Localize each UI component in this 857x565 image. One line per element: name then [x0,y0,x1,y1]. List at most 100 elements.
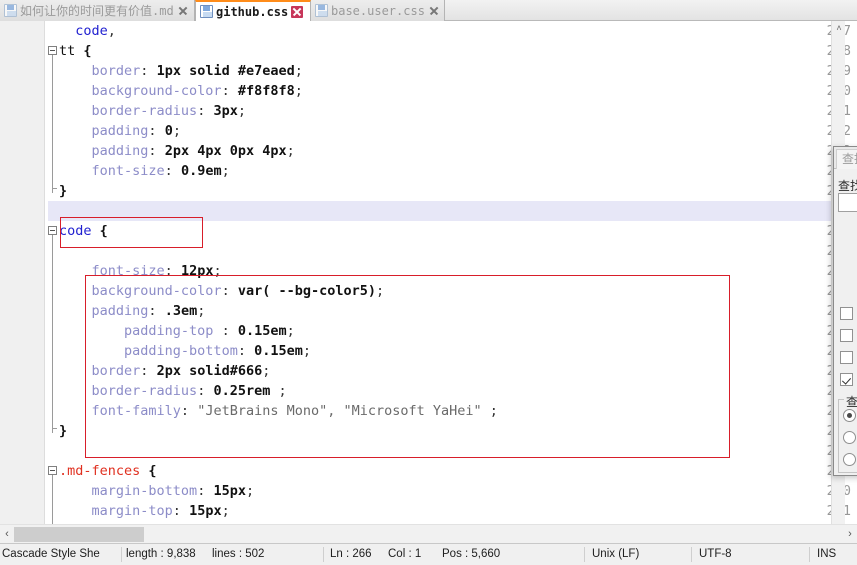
status-length: length : 9,838 [126,548,196,560]
code-token: font-size [91,263,165,279]
code-token: : [148,123,165,139]
horizontal-scrollbar-thumb[interactable] [14,527,144,542]
code-line[interactable]: font-size: 0.9em; [59,161,230,181]
code-line[interactable]: margin-top: 15px; [59,501,230,521]
code-line[interactable]: code { [59,221,108,241]
code-token: ; [286,323,295,339]
code-token: ; [172,123,181,139]
save-disk-icon [315,4,328,17]
code-token: ; [302,343,312,359]
fold-toggle-icon[interactable] [48,226,57,235]
code-token: } [59,423,68,439]
tab-item-2[interactable]: base.user.css [311,0,445,21]
code-token: padding [91,303,149,319]
code-token: { [91,223,108,239]
code-line[interactable]: background-color: var( --bg-color5); [59,281,385,301]
horizontal-scrollbar[interactable]: ‹ › [0,524,857,543]
code-line[interactable]: .md-fences { [59,461,157,481]
code-token: margin-top [91,503,173,519]
code-token: : [213,323,238,339]
close-icon[interactable] [291,5,304,18]
code-line[interactable]: border-radius: 0.25rem ; [59,381,287,401]
code-token: font-size [91,163,165,179]
code-line[interactable]: font-family: "JetBrains Mono", "Microsof… [59,401,498,421]
code-editor[interactable]: 2572582592602612622632642652662672682692… [0,21,857,524]
fold-toggle-icon[interactable] [48,466,57,475]
checkbox-match-case[interactable] [840,351,853,364]
code-line[interactable]: padding: 0; [59,121,181,141]
status-encoding: UTF-8 [699,548,732,560]
code-token: 15px [189,503,222,519]
radio-regex[interactable] [843,453,856,466]
code-token: .md-fences [59,463,141,479]
code-token: : [148,143,165,159]
code-token: tt [59,43,76,59]
code-token: 2px solid#666 [156,363,263,379]
code-text-area[interactable]: code, tt { border: 1px solid #e7eaed; bac… [48,21,857,524]
status-language[interactable]: Cascade Style She [2,544,120,565]
code-fold-column[interactable] [45,21,59,524]
code-line[interactable]: tt { [59,41,92,61]
code-line[interactable]: border: 2px solid#666; [59,361,271,381]
radio-extended[interactable] [843,431,856,444]
code-line[interactable]: code, [59,21,116,41]
find-what-label: 查找目标 : [838,179,857,193]
code-token: ; [262,363,271,379]
radio-normal[interactable] [843,409,856,422]
code-line[interactable]: padding: 2px 4px 0px 4px; [59,141,295,161]
status-eol: Unix (LF) [592,548,640,560]
code-token: 2px 4px 0px 4px [164,143,287,159]
code-token: .3em [164,303,198,319]
code-line[interactable]: border-radius: 3px; [59,101,246,121]
code-line[interactable]: padding-top : 0.15em; [59,321,295,341]
find-what-input[interactable] [838,193,857,212]
fold-toggle-icon[interactable] [48,46,57,55]
status-lines: lines : 502 [212,548,265,560]
tab-label: base.user.css [331,3,425,18]
find-dialog-tab-0[interactable]: 查找 [836,149,857,169]
tab-item-1[interactable]: github.css [195,0,311,21]
tab-label: github.css [216,4,289,19]
save-disk-icon [200,5,213,18]
checkbox-whole-word[interactable] [840,329,853,342]
code-token: ; [221,163,230,179]
code-line[interactable]: padding: .3em; [59,301,206,321]
code-token: border-radius [91,103,198,119]
checkbox-wrap-around[interactable] [840,373,853,386]
code-line[interactable]: margin-bottom: 15px; [59,481,255,501]
code-line[interactable]: } [59,421,67,441]
code-line[interactable]: padding-bottom: 0.15em; [59,341,311,361]
fold-guide-line [52,235,53,433]
scroll-left-icon[interactable]: ‹ [0,525,14,544]
status-line-number: Ln : 266 [330,548,372,560]
code-token: ; [213,263,222,279]
checkbox-backward[interactable] [840,307,853,320]
tab-item-0[interactable]: 如何让你的时间更有价值.md [0,0,195,21]
find-dialog[interactable]: 查找 查找 查找目标 : 反向查找 全字匹配 区分大小写 回绕查找 查找模式 普… [833,146,857,476]
code-token: #f8f8f8 [237,83,295,99]
save-disk-icon [4,4,17,17]
scroll-right-icon[interactable]: › [843,525,857,544]
code-line[interactable]: border: 1px solid #e7eaed; [59,61,303,81]
code-line[interactable]: } [59,181,67,201]
code-token: : [140,363,157,379]
scroll-up-icon[interactable]: ˄ [832,21,846,35]
status-insert-mode[interactable]: INS [817,544,847,565]
status-position: Pos : 5,660 [442,548,501,560]
code-line[interactable]: font-size: 12px; [59,261,222,281]
code-token: border [91,63,141,79]
fold-guide-line [52,475,53,524]
close-icon[interactable] [428,5,440,17]
code-line[interactable]: background-color: #f8f8f8; [59,81,303,101]
notepadpp-window: 如何让你的时间更有价值.md github.css base.user.css … [0,0,857,565]
code-token: border-radius [91,383,198,399]
code-token: code [75,23,108,39]
close-icon[interactable] [177,5,189,17]
